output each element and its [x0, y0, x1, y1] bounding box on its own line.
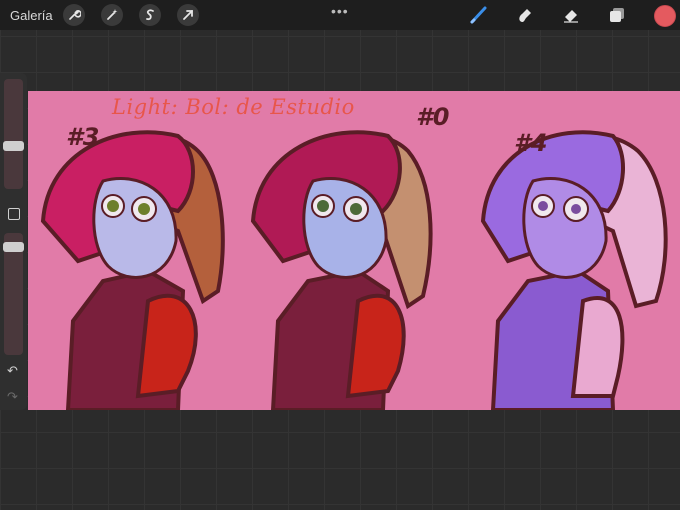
top-toolbar: Galería ••• — [0, 0, 680, 30]
eraser-icon[interactable] — [560, 4, 582, 26]
figure-label-4: #4 — [514, 129, 548, 157]
opacity-thumb[interactable] — [3, 242, 24, 252]
brush-icon[interactable] — [468, 4, 490, 26]
brush-size-slider[interactable] — [4, 79, 23, 189]
figure-0 — [250, 130, 433, 410]
side-toolbar: ↶ ↷ — [0, 73, 27, 410]
figure-label-0: #0 — [416, 103, 450, 131]
figure-3 — [40, 130, 225, 410]
figure-4 — [480, 130, 668, 410]
smudge-icon[interactable] — [514, 4, 536, 26]
color-picker-button[interactable] — [654, 5, 676, 27]
more-options-icon[interactable]: ••• — [331, 3, 349, 19]
magic-wand-icon[interactable] — [101, 4, 123, 26]
modify-button[interactable] — [8, 208, 20, 220]
transform-arrow-icon[interactable] — [177, 4, 199, 26]
undo-icon[interactable]: ↶ — [7, 363, 18, 379]
layers-icon[interactable] — [606, 4, 628, 26]
drawing-canvas[interactable]: Light: Bol: de Estudio #3 #0 #4 — [28, 91, 680, 410]
selection-s-icon[interactable] — [139, 4, 161, 26]
redo-icon[interactable]: ↷ — [7, 389, 18, 405]
gallery-button[interactable]: Galería — [10, 8, 53, 23]
wrench-icon[interactable] — [63, 4, 85, 26]
handwritten-title: Light: Bol: de Estudio — [112, 95, 355, 119]
artwork — [40, 130, 668, 410]
brush-size-thumb[interactable] — [3, 141, 24, 151]
figure-label-3: #3 — [66, 123, 100, 151]
